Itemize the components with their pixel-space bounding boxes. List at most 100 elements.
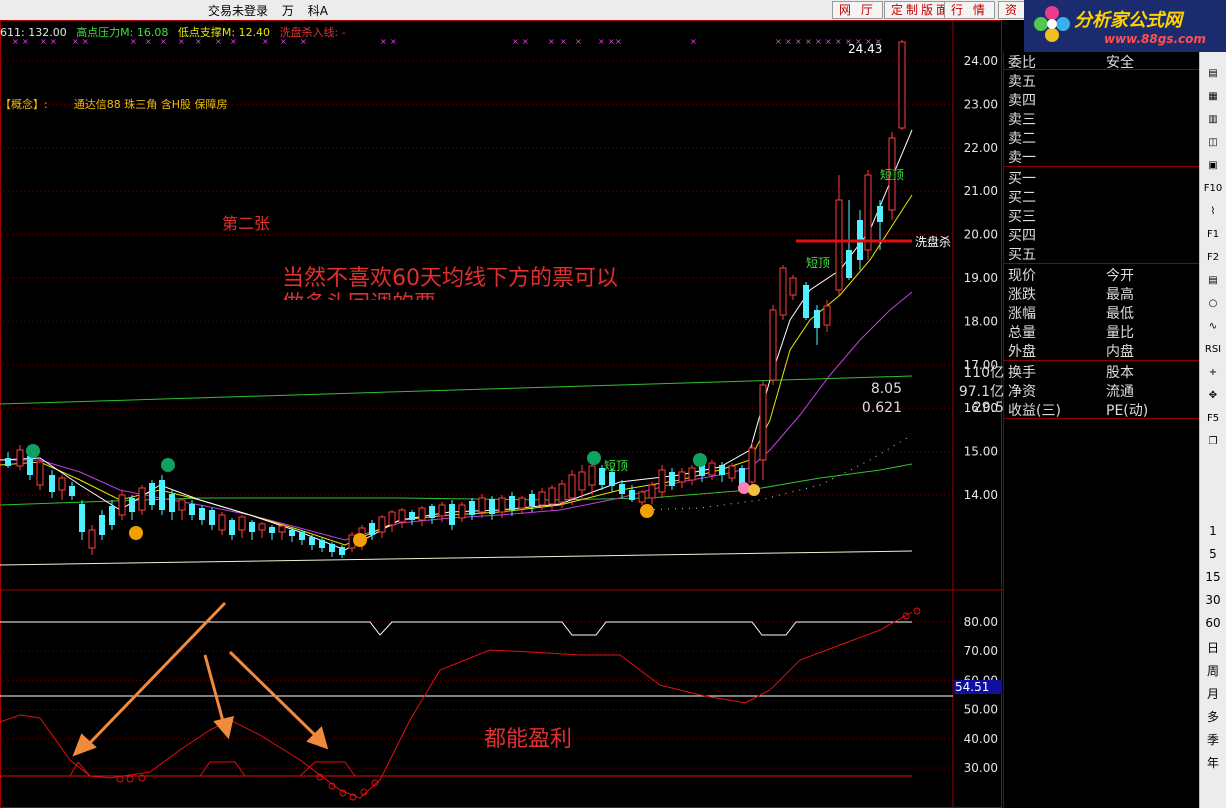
f1-icon[interactable]: F1 [1203,227,1223,243]
kline-chart[interactable]: × × × × × × × × × × × × × × × × × × × × × × × × × × × × × × × × × × × × × × 2… [0,20,1003,808]
circle-icon[interactable]: ○ [1203,296,1223,312]
candle-body [498,497,506,513]
rsi-icon[interactable]: RSI [1203,342,1223,358]
buy-signal-icon [129,526,143,540]
f10-icon[interactable]: F10 [1203,181,1223,197]
candle-icon[interactable]: ◫ [1203,135,1223,151]
candle-body [688,467,696,481]
plus-icon[interactable]: + [1203,365,1223,381]
buy-level-row-label: 买二 [1008,190,1036,206]
site-logo: 分析家公式网 www.88gs.com [1024,0,1226,52]
candle-body [823,305,831,326]
candle-body [238,516,246,531]
candle-body [846,250,852,278]
layers-icon[interactable]: ❐ [1203,434,1223,450]
period-button-9[interactable]: 季 [1203,731,1223,748]
quote-stat-row-label-2: 内盘 [1106,344,1134,360]
grid-icon[interactable]: ▦ [1203,89,1223,105]
sell-level-row-label: 卖五 [1008,74,1036,90]
peak-price-label: 24.43 [848,42,883,56]
candle-body [518,497,526,509]
note-icon[interactable]: ▤ [1203,273,1223,289]
top-marker: × [608,37,615,46]
period-button-1[interactable]: 5 [1203,547,1223,561]
price-tick-label: 20.00 [964,228,998,242]
candle-body [209,510,215,525]
sell-level-row-label: 卖二 [1008,131,1036,147]
top-marker: × [598,37,605,46]
top-marker: × [815,37,822,46]
candle-body [759,384,767,461]
legend-low: 低点支撑M: 12.40 [177,26,271,39]
f5-icon[interactable]: F5 [1203,411,1223,427]
wave-icon[interactable]: ∿ [1203,319,1223,335]
period-button-8[interactable]: 多 [1203,708,1223,725]
candle-body [159,480,165,510]
quote-stat-row-label-2: 最低 [1106,306,1134,322]
top-marker: × [615,37,622,46]
top-marker: × [522,37,529,46]
period-button-3[interactable]: 30 [1203,593,1223,607]
candle-body [619,484,625,494]
fundamental-v1: 8.05 [870,381,902,397]
move-icon[interactable]: ✥ [1203,388,1223,404]
hall-button[interactable]: 网 厅 [832,1,883,19]
candle-body [529,494,535,506]
period-button-7[interactable]: 月 [1203,685,1223,702]
legend-ma: 611: 132.00 [0,26,67,39]
candle-body [258,523,266,531]
candle-body [769,309,777,381]
sell-level-row-label: 卖四 [1008,93,1036,109]
line-icon[interactable]: ⌇ [1203,204,1223,220]
period-button-10[interactable]: 年 [1203,754,1223,771]
top-marker: × [548,37,555,46]
main-note-2: 做多头回调的票 [282,286,436,300]
sell-signal-icon [26,444,40,458]
period-button-2[interactable]: 15 [1203,570,1223,584]
list-icon[interactable]: ▤ [1203,66,1223,82]
period-button-0[interactable]: 1 [1203,524,1223,538]
price-axis: 24.0023.0022.0021.0020.0019.0018.0017.00… [964,54,998,502]
quote-panel: 委比 安全 卖五 卖四 卖三 卖二 卖一 买一 买二 买三 买四 买五 现价 今开 涨跌 最高 涨幅 最低… [862,52,1200,808]
info-button[interactable]: 资 [998,1,1028,19]
fundamental-l: 净资 [1008,384,1036,400]
quote-stat-row-label: 涨幅 [1008,306,1036,322]
table-icon[interactable]: ▣ [1203,158,1223,174]
sell-signal-icon [693,453,707,467]
top-marker: × [575,37,582,46]
legend-wash: 洗盘杀入线: - [279,26,346,39]
buy-level-row-label: 买三 [1008,209,1036,225]
chart-icon[interactable]: ▥ [1203,112,1223,128]
period-button-5[interactable]: 日 [1203,639,1223,656]
quote-stat-row-label: 涨跌 [1008,287,1036,303]
window-title: 交易未登录 万 科A [208,2,338,19]
candle-body [509,496,515,510]
top-marker: × [795,37,802,46]
period-button-6[interactable]: 周 [1203,662,1223,679]
concept-value: 通达信88 珠三角 含H股 保障房 [73,98,228,111]
stock-name-prefix: 万 [281,4,294,18]
quote-button[interactable]: 行 情 [944,1,995,19]
price-tick-label: 14.00 [964,488,998,502]
price-tick-label: 18.00 [964,314,998,328]
candle-body [789,277,797,296]
f2-icon[interactable]: F2 [1203,250,1223,266]
candle-body [329,544,335,552]
candle-body [449,504,455,525]
quote-stat-row-label: 现价 [1008,268,1036,284]
quote-stat-row-label-2: 量比 [1106,325,1134,341]
candle-body [538,491,546,506]
candle-body [803,285,809,318]
candle-body [278,525,286,533]
sell-signal-icon [587,451,601,465]
top-marker: × [835,37,842,46]
buy-level-row-label: 买四 [1008,228,1036,244]
fundamental-v1: 0.621 [861,400,902,416]
candle-body [864,174,872,251]
candle-body [149,483,155,505]
top-marker: × [805,37,812,46]
second-note: 第二张 [222,214,271,233]
arrows [72,601,329,757]
candle-body [658,469,666,493]
period-button-4[interactable]: 60 [1203,616,1223,630]
